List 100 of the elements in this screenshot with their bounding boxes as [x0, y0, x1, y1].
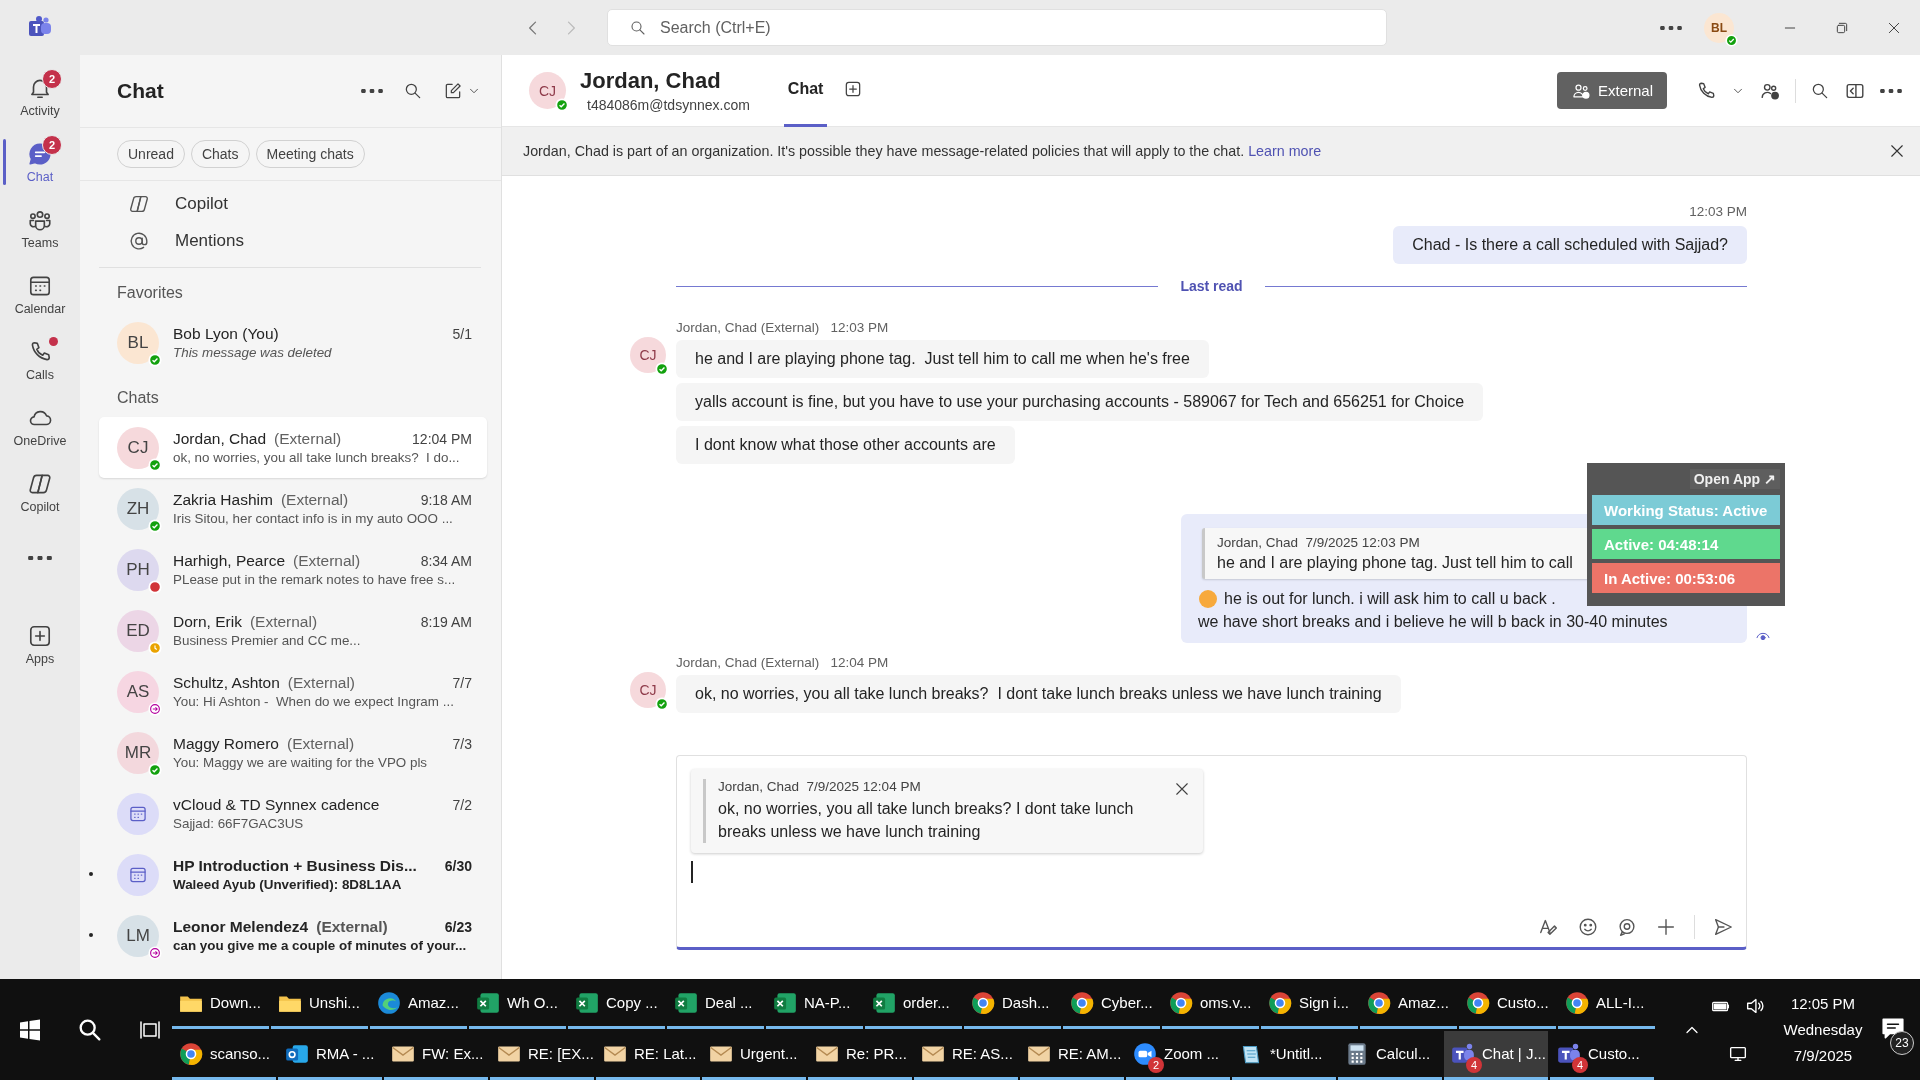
rail-item[interactable]: Apps — [0, 611, 80, 677]
chat-list-item[interactable]: ZH Zakria Hashim (External) 9:18 AM Iris Sitou, her contact info is in my auto OOO ... — [99, 478, 487, 539]
taskbar-button[interactable]: Amaz... — [370, 979, 467, 1029]
taskbar-button[interactable]: Amaz... — [1360, 979, 1457, 1029]
taskbar-button[interactable]: 4 Chat | J... — [1444, 1030, 1548, 1080]
chat-name: vCloud & TD Synnex cadence — [173, 796, 380, 814]
start-button[interactable] — [18, 1017, 42, 1042]
shortcut-item[interactable]: Mentions — [99, 222, 481, 259]
rail-item[interactable]: Teams — [0, 195, 80, 261]
loop-icon[interactable] — [1616, 916, 1638, 938]
more-icon — [27, 556, 53, 560]
chat-list-item[interactable]: BL Bob Lyon (You) 5/1 This message was deleted — [99, 312, 487, 373]
taskbar-button[interactable]: RE: [EX... — [490, 1030, 594, 1080]
taskbar-button[interactable]: Re: PR... — [808, 1030, 912, 1080]
new-chat-button[interactable] — [443, 81, 481, 101]
message-meta: Jordan, Chad (External) 12:03 PM — [676, 320, 889, 335]
taskbar-button[interactable]: RE: Lat... — [596, 1030, 700, 1080]
more-icon[interactable] — [1880, 88, 1902, 93]
text-cursor — [691, 861, 693, 883]
more-icon[interactable] — [1660, 25, 1682, 30]
taskbar-button[interactable]: Wh O... — [469, 979, 566, 1029]
chat-list-item[interactable]: AS Schultz, Ashton (External) 7/7 You: Hi Ashton - When do we expect Ingram ... — [99, 661, 487, 722]
chat-list-item[interactable]: MR Maggy Romero (External) 7/3 You: Maggy we are waiting for the VPO pls — [99, 722, 487, 783]
message-preview: Sajjad: 66F7GAC3US — [173, 816, 305, 831]
taskbar-button[interactable]: FW: Ex... — [384, 1030, 488, 1080]
shortcut-item[interactable]: Copilot — [99, 185, 481, 222]
taskbar-button[interactable]: *Untitl... — [1232, 1030, 1336, 1080]
chat-time: 6/30 — [444, 858, 472, 874]
taskbar-button[interactable]: NA-P... — [766, 979, 863, 1029]
taskbar-button[interactable]: order... — [865, 979, 962, 1029]
filter-chip[interactable]: Chats — [190, 140, 250, 168]
avatar: CJ — [630, 672, 666, 708]
send-icon[interactable] — [1712, 916, 1734, 938]
rail-item[interactable]: Copilot — [0, 459, 80, 525]
taskbar-button[interactable]: Cyber... — [1063, 979, 1160, 1029]
clock[interactable]: 12:05 PM Wednesday 7/9/2025 — [1778, 995, 1868, 1064]
search-field[interactable]: Search (Ctrl+E) — [607, 9, 1387, 46]
message-input[interactable]: Jordan, Chad 7/9/2025 12:04 PM ok, no worries, you all take lunch breaks? I dont take lunch breaks unless we have lunch training — [676, 755, 1747, 950]
taskbar-button[interactable]: Sign i... — [1261, 979, 1358, 1029]
rail-item[interactable]: 2 Activity — [0, 63, 80, 129]
browser-icon — [376, 989, 402, 1016]
external-button[interactable]: External — [1556, 72, 1667, 109]
chat-list-item[interactable]: ED Dorn, Erik (External) 8:19 AM Business Premier and CC me... — [99, 600, 487, 661]
rail-item[interactable]: 2 Chat — [0, 129, 80, 195]
chat-time: 8:19 AM — [420, 614, 472, 630]
avatar: BL — [117, 321, 159, 364]
message-preview: can you give me a couple of minutes of your... — [173, 938, 468, 953]
chat-name: Dorn, Erik — [173, 613, 242, 631]
taskbar-button[interactable]: Unshi... — [271, 979, 368, 1029]
last-read-divider: Last read — [1180, 278, 1243, 294]
taskbar-button[interactable]: ALL-I... — [1558, 979, 1655, 1029]
avatar: CJ — [117, 426, 159, 469]
taskbar-button[interactable]: Custo... — [1459, 979, 1556, 1029]
chat-name: Harhigh, Pearce — [173, 552, 285, 570]
taskbar-button[interactable]: scanso... — [172, 1030, 276, 1080]
taskbar-button[interactable]: oms.v... — [1162, 979, 1259, 1029]
avatar: PH — [117, 548, 159, 591]
taskbar-button[interactable]: Copy ... — [568, 979, 665, 1029]
taskbar-button[interactable]: Calcul... — [1338, 1030, 1442, 1080]
message-bubble: yalls account is fine, but you have to use your purchasing accounts - 589067 for Tech and 656251 for Choice — [676, 383, 1484, 421]
close-icon[interactable] — [1888, 142, 1906, 160]
taskbar-button[interactable]: Down... — [172, 979, 269, 1029]
search-icon[interactable] — [403, 81, 423, 101]
taskbar-button[interactable]: Deal ... — [667, 979, 764, 1029]
chat-list-item[interactable]: CJ Jordan, Chad (External) 12:04 PM ok, no worries, you all take lunch breaks? I do... — [99, 417, 487, 478]
taskbar-button[interactable]: 2 Zoom ... — [1126, 1030, 1230, 1080]
panel-title: Chat — [117, 79, 165, 103]
notice-text: Jordan, Chad is part of an organization. It's possible they have message-related policies that will apply to the chat. Learn more — [523, 143, 1323, 159]
chat-list-item[interactable]: PH Harhigh, Pearce (External) 8:34 AM PLease put in the remark notes to have free s... — [99, 539, 487, 600]
chat-time: 7/3 — [452, 736, 472, 752]
taskbar-button[interactable]: Urgent... — [702, 1030, 806, 1080]
taskbar-button[interactable]: 4 Custo... — [1550, 1030, 1654, 1080]
chat-name: Maggy Romero — [173, 735, 279, 753]
chat-list-item[interactable]: HP Introduction + Business Dis... 6/30 Waleed Ayub (Unverified): 8D8L1AA — [99, 844, 487, 905]
filter-chip[interactable]: Unread — [117, 140, 185, 168]
unread-dot — [89, 872, 93, 876]
taskbar-button[interactable]: RE: AM... — [1020, 1030, 1124, 1080]
taskbar-button[interactable]: RE: AS... — [914, 1030, 1018, 1080]
chat-name: Schultz, Ashton — [173, 674, 280, 692]
rail-item[interactable]: OneDrive — [0, 393, 80, 459]
message-preview: Waleed Ayub (Unverified): 8D8L1AA — [173, 877, 403, 892]
message-preview: You: Maggy we are waiting for the VPO pls — [173, 755, 429, 770]
chat-list-item[interactable]: LM Leonor Melendez4 (External) 6/23 can you give me a couple of minutes of your... — [99, 905, 487, 966]
rail-item[interactable]: Calls — [0, 327, 80, 393]
message-preview: This message was deleted — [173, 345, 333, 360]
learn-more-link[interactable]: Learn more — [1248, 143, 1322, 159]
chat-list-item[interactable]: vCloud & TD Synnex cadence 7/2 Sajjad: 66F7GAC3US — [99, 783, 487, 844]
filter-chip[interactable]: Meeting chats — [255, 140, 365, 168]
emoji-icon[interactable] — [1577, 916, 1599, 938]
taskbar-button[interactable]: Dash... — [964, 979, 1061, 1029]
open-app-link[interactable]: Open App ↗ — [1689, 469, 1780, 489]
message-preview: Iris Sitou, her contact info is in my auto OOO ... — [173, 511, 454, 526]
plus-icon[interactable] — [1655, 916, 1677, 938]
close-icon[interactable] — [1173, 780, 1191, 798]
browser-icon — [1267, 989, 1293, 1016]
message-meta: Jordan, Chad (External) 12:04 PM — [676, 655, 889, 670]
status-row: Working Status: Active — [1592, 495, 1780, 525]
more-icon[interactable] — [361, 89, 383, 93]
taskbar-button[interactable]: RMA - ... — [278, 1030, 382, 1080]
rail-item[interactable]: Calendar — [0, 261, 80, 327]
